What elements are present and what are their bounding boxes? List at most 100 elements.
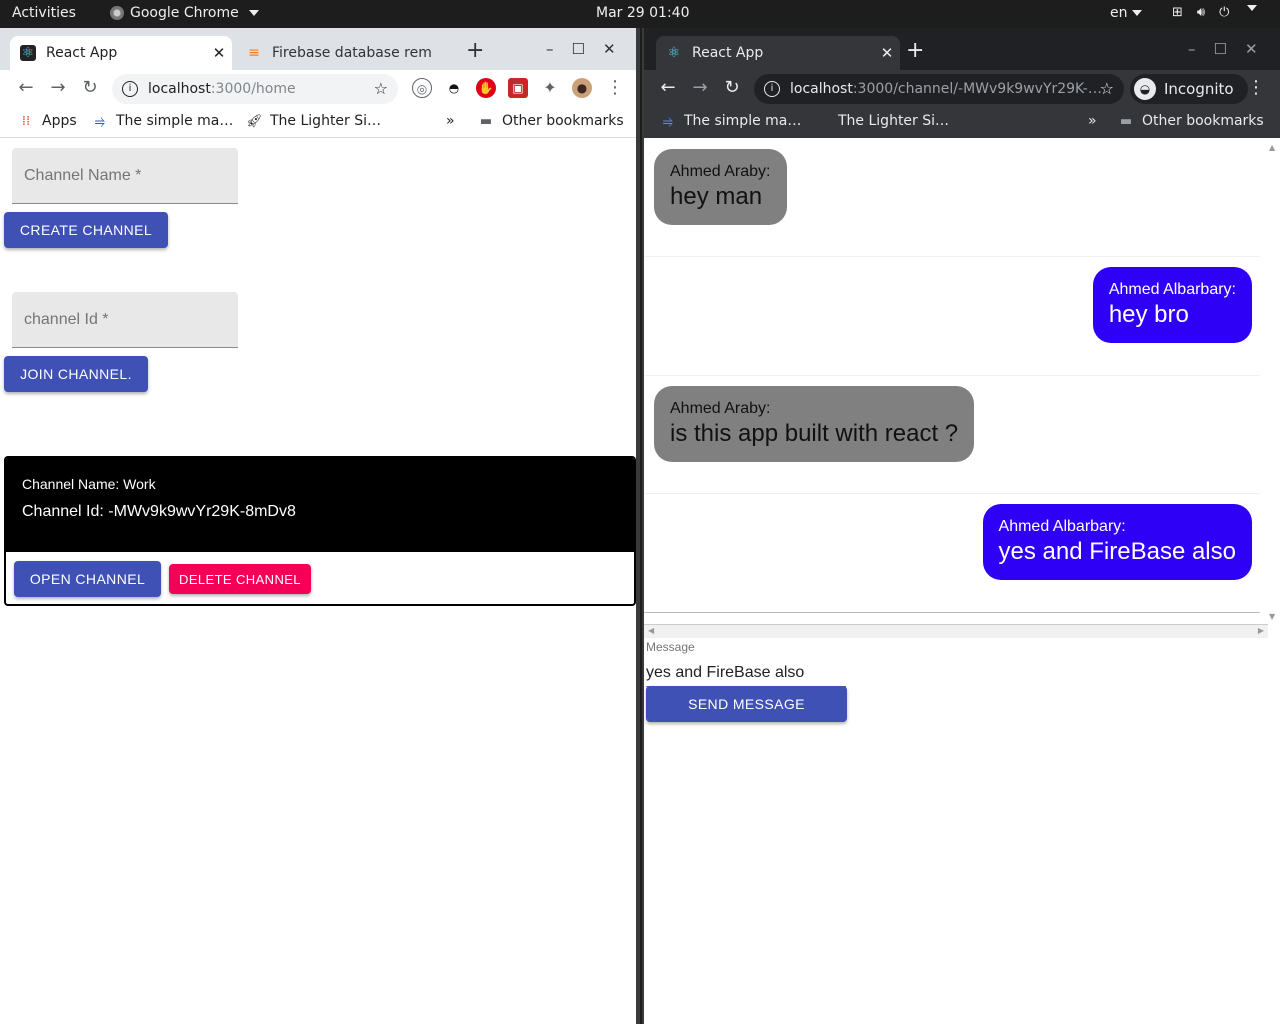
bookmarks-bar: ⥤ The simple ma… . The Lighter Si… » ▬ O…: [644, 106, 1280, 138]
activities-button[interactable]: Activities: [12, 5, 76, 21]
minimize-icon[interactable]: –: [546, 40, 554, 58]
bookmarks-overflow[interactable]: »: [446, 113, 455, 129]
message-author: Ahmed Araby:: [670, 400, 771, 417]
scroll-right-icon[interactable]: ▶: [1258, 626, 1264, 635]
channel-id-input[interactable]: [12, 292, 238, 347]
message-bubble: Ahmed Albarbary: yes and FireBase also: [982, 504, 1252, 580]
open-channel-button[interactable]: OPEN CHANNEL: [14, 561, 161, 597]
forward-icon[interactable]: →: [688, 76, 712, 100]
tab-react-app[interactable]: ⚛ React App ✕: [10, 36, 232, 70]
message-row: Ahmed Albarbary: hey bro: [644, 257, 1260, 376]
address-bar[interactable]: i localhost:3000/home ☆: [112, 74, 398, 104]
kebab-menu-icon[interactable]: ⋮: [603, 76, 627, 100]
window-controls: – ☐ ✕: [546, 40, 616, 58]
app-menu[interactable]: Google Chrome: [110, 5, 259, 21]
scroll-up-icon[interactable]: ▲: [1269, 143, 1275, 152]
stackoverflow-icon: ≡: [248, 45, 260, 61]
channel-card: Channel Name: Work Channel Id: -MWv9k9wv…: [4, 456, 636, 606]
system-tray[interactable]: ⊞ 🔊︎ ⏻: [1172, 5, 1258, 20]
close-tab-icon[interactable]: ✕: [206, 44, 232, 62]
bookmark-lighter-si[interactable]: . The Lighter Si…: [814, 113, 949, 129]
incognito-indicator[interactable]: ◒ Incognito: [1130, 74, 1248, 104]
bookmark-other[interactable]: ▬ Other bookmarks: [478, 113, 624, 129]
bookmark-other[interactable]: ▬ Other bookmarks: [1118, 113, 1264, 129]
bookmark-simple-ma[interactable]: ⥤ The simple ma…: [660, 113, 802, 129]
back-icon[interactable]: ←: [14, 76, 38, 100]
close-icon[interactable]: ✕: [603, 40, 616, 58]
bookmark-label: The Lighter Si…: [838, 113, 950, 129]
maximize-icon[interactable]: ☐: [1214, 40, 1227, 58]
bookmark-label: Other bookmarks: [1142, 113, 1264, 129]
bookmark-apps[interactable]: ⁞⁞ Apps: [18, 113, 77, 129]
new-tab-icon[interactable]: +: [466, 40, 484, 62]
shoe-icon: ⥤: [94, 113, 106, 129]
delete-channel-button[interactable]: DELETE CHANNEL: [169, 564, 311, 594]
back-icon[interactable]: ←: [656, 76, 680, 100]
puzzle-icon[interactable]: ✦: [540, 78, 560, 98]
url-path: :3000/home: [210, 81, 296, 97]
page-content: CREATE CHANNEL JOIN CHANNEL. Channel Nam…: [0, 139, 636, 1024]
react-icon: ⚛: [667, 45, 681, 61]
tab-title: Firebase database rem: [272, 45, 432, 61]
rocket-icon: .: [819, 113, 825, 129]
extension-stop-icon[interactable]: ✋: [476, 78, 496, 98]
address-bar[interactable]: i localhost:3000/channel/-MWv9k9wvYr29K-…: [754, 74, 1124, 104]
scroll-left-icon[interactable]: ◀: [648, 626, 654, 635]
kebab-menu-icon[interactable]: ⋮: [1244, 76, 1268, 100]
bookmark-star-icon[interactable]: ☆: [1100, 79, 1114, 98]
close-icon[interactable]: ✕: [1245, 40, 1258, 58]
message-row: Ahmed Araby: is this app built with reac…: [644, 376, 1260, 494]
chevron-down-icon: [1247, 5, 1258, 11]
scroll-down-icon[interactable]: ▼: [1269, 612, 1275, 621]
message-author: Ahmed Albarbary:: [1108, 281, 1236, 298]
message-text: yes and FireBase also: [998, 538, 1236, 565]
rocket-icon: 🚀︎: [246, 113, 263, 129]
url-path: :3000/channel/-MWv9k9wvYr29K-…: [852, 81, 1102, 97]
browser-toolbar: ← → ↻ i localhost:3000/channel/-MWv9k9wv…: [644, 70, 1280, 106]
create-channel-button[interactable]: CREATE CHANNEL: [4, 212, 168, 248]
channel-name-text: Channel Name: Work: [22, 476, 156, 492]
network-icon: ⊞: [1172, 5, 1183, 20]
message-text: is this app built with react ?: [670, 420, 959, 447]
extension-mask-icon[interactable]: ◓: [444, 78, 464, 98]
avatar[interactable]: ●: [572, 78, 592, 98]
info-icon[interactable]: i: [764, 81, 780, 97]
bookmarks-overflow[interactable]: »: [1088, 113, 1097, 129]
message-author: Ahmed Albarbary:: [998, 518, 1126, 535]
close-tab-icon[interactable]: ✕: [874, 44, 900, 62]
message-list[interactable]: Ahmed Araby: hey man Ahmed Albarbary: he…: [644, 139, 1268, 615]
app-menu-label: Google Chrome: [130, 5, 239, 21]
channel-id-field[interactable]: [12, 292, 238, 348]
channel-name-input[interactable]: [12, 148, 238, 203]
bookmark-lighter-si[interactable]: 🚀︎ The Lighter Si…: [246, 113, 381, 129]
extension-red-icon[interactable]: ▣: [508, 78, 528, 98]
clock[interactable]: Mar 29 01:40: [596, 5, 689, 21]
new-tab-icon[interactable]: +: [906, 40, 924, 62]
channel-card-header: Channel Name: Work Channel Id: -MWv9k9wv…: [6, 458, 634, 552]
reload-icon[interactable]: ↻: [78, 76, 102, 100]
extension-icon[interactable]: ◎: [412, 78, 432, 98]
info-icon[interactable]: i: [122, 81, 138, 97]
minimize-icon[interactable]: –: [1188, 40, 1196, 58]
tab-strip: ⚛ React App ✕ + – ☐ ✕: [644, 28, 1280, 70]
language-label: en: [1110, 5, 1128, 21]
system-top-bar: Activities Google Chrome Mar 29 01:40 en…: [0, 0, 1280, 27]
incognito-label: Incognito: [1164, 80, 1234, 98]
horizontal-scrollbar[interactable]: ◀ ▶: [644, 624, 1268, 638]
apps-grid-icon: ⁞⁞: [21, 113, 31, 129]
vertical-scrollbar[interactable]: ▲ ▼: [1266, 139, 1280, 623]
tab-react-app[interactable]: ⚛ React App ✕: [656, 36, 900, 70]
bookmark-star-icon[interactable]: ☆: [374, 79, 388, 98]
language-menu[interactable]: en: [1110, 5, 1142, 21]
send-message-button[interactable]: SEND MESSAGE: [646, 686, 847, 722]
maximize-icon[interactable]: ☐: [572, 40, 585, 58]
channel-name-field[interactable]: [12, 148, 238, 204]
reload-icon[interactable]: ↻: [720, 76, 744, 100]
tab-firebase[interactable]: ≡ Firebase database rem: [236, 36, 452, 70]
shoe-icon: ⥤: [662, 113, 674, 129]
bookmark-simple-ma[interactable]: ⥤ The simple ma…: [92, 113, 234, 129]
forward-icon[interactable]: →: [46, 76, 70, 100]
message-input[interactable]: [646, 659, 846, 687]
url-host: localhost: [148, 81, 211, 97]
join-channel-button[interactable]: JOIN CHANNEL.: [4, 356, 148, 392]
